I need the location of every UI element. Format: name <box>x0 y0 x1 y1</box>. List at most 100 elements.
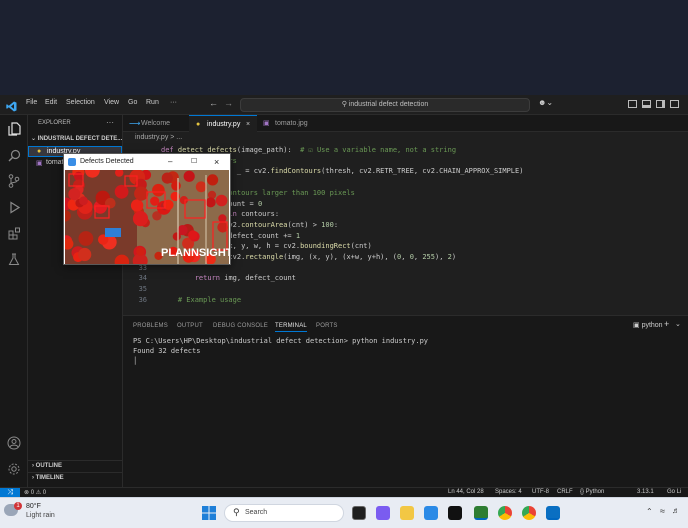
line-number: 36 <box>138 295 147 304</box>
python-tab-icon: ● <box>196 121 201 128</box>
command-center-text: industrial defect detection <box>348 101 429 108</box>
close-icon[interactable]: × <box>246 116 250 133</box>
testing-flask-icon[interactable] <box>6 251 22 267</box>
forward-arrow-icon[interactable]: → <box>224 98 233 108</box>
chrome-icon[interactable] <box>498 506 512 520</box>
defects-window-titlebar[interactable]: Defects Detected – ☐ × <box>64 154 230 170</box>
explorer-more-button[interactable]: ··· <box>106 118 114 127</box>
timeline-section[interactable]: › TIMELINE <box>28 472 122 484</box>
weather-widget[interactable]: 1 80°F Light rain <box>4 502 64 526</box>
chrome-profile-icon[interactable] <box>522 506 536 520</box>
image-tab-icon: ▣ <box>263 120 270 127</box>
search-icon[interactable] <box>6 147 22 163</box>
menu-run[interactable]: Run <box>146 99 159 106</box>
status-bar: ⤨ ⊗ 0 ⚠ 0 Ln 44, Col 28 Spaces: 4 UTF-8 … <box>0 487 688 498</box>
menu-file[interactable]: File <box>26 99 37 106</box>
encoding[interactable]: UTF-8 <box>532 489 549 495</box>
windows-taskbar: 1 80°F Light rain ⚲ Search ⌃ ≈ ♬ <box>0 497 688 528</box>
tomato-shape <box>183 170 195 182</box>
tomato-image-svg: PLANNSIGHT <box>65 170 229 264</box>
tab-industry-py[interactable]: ● industry.py × <box>189 115 257 132</box>
tomato-shape <box>134 186 149 201</box>
run-debug-icon[interactable] <box>6 199 22 215</box>
opencv-window-taskbar-icon[interactable] <box>474 506 488 520</box>
tab-welcome[interactable]: ⟶ Welcome <box>123 115 189 132</box>
tomato-shape <box>172 232 181 241</box>
tomato-shape <box>207 174 219 186</box>
tomato-shape <box>188 230 198 240</box>
tray-chevron-up-icon[interactable]: ⌃ <box>646 507 653 516</box>
tab-debug-console[interactable]: DEBUG CONSOLE <box>213 323 268 329</box>
line-ending[interactable]: CRLF <box>557 489 573 495</box>
menu-view[interactable]: View <box>104 99 119 106</box>
terminal-line: Found 32 defects <box>133 347 201 355</box>
close-icon[interactable]: × <box>214 154 219 170</box>
explorer-icon[interactable] <box>6 121 22 137</box>
maximize-icon[interactable]: ☐ <box>191 154 197 170</box>
tab-ports[interactable]: PORTS <box>316 323 338 329</box>
go-live-button[interactable]: Go Li <box>667 489 681 495</box>
vscode-logo-icon <box>6 99 17 112</box>
file-explorer-icon[interactable] <box>400 506 414 520</box>
problems-count[interactable]: ⊗ 0 ⚠ 0 <box>24 489 46 496</box>
terminal-icon: ▣ <box>633 322 642 329</box>
tomato-shape <box>136 247 145 256</box>
menu-selection[interactable]: Selection <box>66 99 95 106</box>
breadcrumb: industry.py > ... <box>135 134 183 141</box>
meet-app-icon[interactable] <box>376 506 390 520</box>
settings-gear-icon[interactable] <box>6 461 22 477</box>
outline-section[interactable]: › OUTLINE <box>28 460 122 472</box>
terminal-shell-selector[interactable]: ▣ python <box>633 321 663 329</box>
tomato-shape <box>105 197 116 209</box>
indentation[interactable]: Spaces: 4 <box>495 489 522 495</box>
terminal-line: PS C:\Users\HP\Desktop\industrial defect… <box>133 337 429 345</box>
edge-browser-icon[interactable] <box>424 506 438 520</box>
code-line: 35 <box>123 284 688 295</box>
cursor-position[interactable]: Ln 44, Col 28 <box>448 489 484 495</box>
minimize-icon[interactable]: – <box>168 154 172 170</box>
search-icon: ⚲ <box>341 101 349 108</box>
editor-tabs: ⟶ Welcome ● industry.py × ▣ tomato.jpg <box>123 115 688 132</box>
source-control-icon[interactable] <box>6 173 22 189</box>
taskbar-search[interactable]: ⚲ Search <box>224 504 344 522</box>
wifi-icon[interactable]: ≈ <box>660 506 665 516</box>
account-icon[interactable] <box>6 435 22 451</box>
explorer-header: EXPLORER <box>38 120 71 126</box>
tomato-shape <box>114 184 129 199</box>
back-arrow-icon[interactable]: ← <box>209 98 218 108</box>
toggle-sidebar-icon[interactable] <box>628 100 637 108</box>
chevron-down-icon[interactable]: ⌄ <box>675 320 681 328</box>
tab-tomato-jpg[interactable]: ▣ tomato.jpg <box>257 115 327 132</box>
watermark-text: PLANNSIGHT <box>161 247 229 259</box>
tab-terminal[interactable]: TERMINAL <box>275 323 307 332</box>
project-folder-header[interactable]: ⌄ INDUSTRIAL DEFECT DETE... <box>31 135 122 142</box>
defects-detected-window: Defects Detected – ☐ × PLANNSIGHT <box>63 153 231 265</box>
tab-problems[interactable]: PROBLEMS <box>133 323 168 329</box>
terminal-app-icon[interactable] <box>448 506 462 520</box>
notification-badge: 1 <box>14 502 22 510</box>
tomato-shape <box>218 214 227 223</box>
terminal-output[interactable]: PS C:\Users\HP\Desktop\industrial defect… <box>123 336 688 476</box>
new-terminal-icon[interactable]: + <box>664 319 669 329</box>
start-windows-icon[interactable] <box>202 506 216 520</box>
code-text: return img, defect_count <box>194 274 296 283</box>
customize-layout-icon[interactable] <box>670 100 679 108</box>
menu-edit[interactable]: Edit <box>45 99 57 106</box>
language-mode[interactable]: {} Python <box>580 489 604 495</box>
volume-icon[interactable]: ♬ <box>672 506 680 515</box>
task-view-icon[interactable] <box>352 506 366 520</box>
toggle-secondary-sidebar-icon[interactable] <box>656 100 665 108</box>
tomato-shape <box>132 211 149 227</box>
python-version[interactable]: 3.13.1 <box>637 489 654 495</box>
menu-go[interactable]: Go <box>128 99 137 106</box>
tab-output[interactable]: OUTPUT <box>177 323 203 329</box>
copilot-icon[interactable]: ☻⌄ <box>538 98 553 107</box>
extensions-icon[interactable] <box>6 225 22 241</box>
toggle-panel-icon[interactable] <box>642 100 651 108</box>
python-file-icon: ● <box>37 148 42 155</box>
vscode-taskbar-icon[interactable] <box>546 506 560 520</box>
terminal-cursor: │ <box>133 357 138 365</box>
command-center-search[interactable]: ⚲ industrial defect detection <box>240 98 530 112</box>
tomato-shape <box>195 181 207 193</box>
menu-more[interactable]: ··· <box>170 99 177 106</box>
